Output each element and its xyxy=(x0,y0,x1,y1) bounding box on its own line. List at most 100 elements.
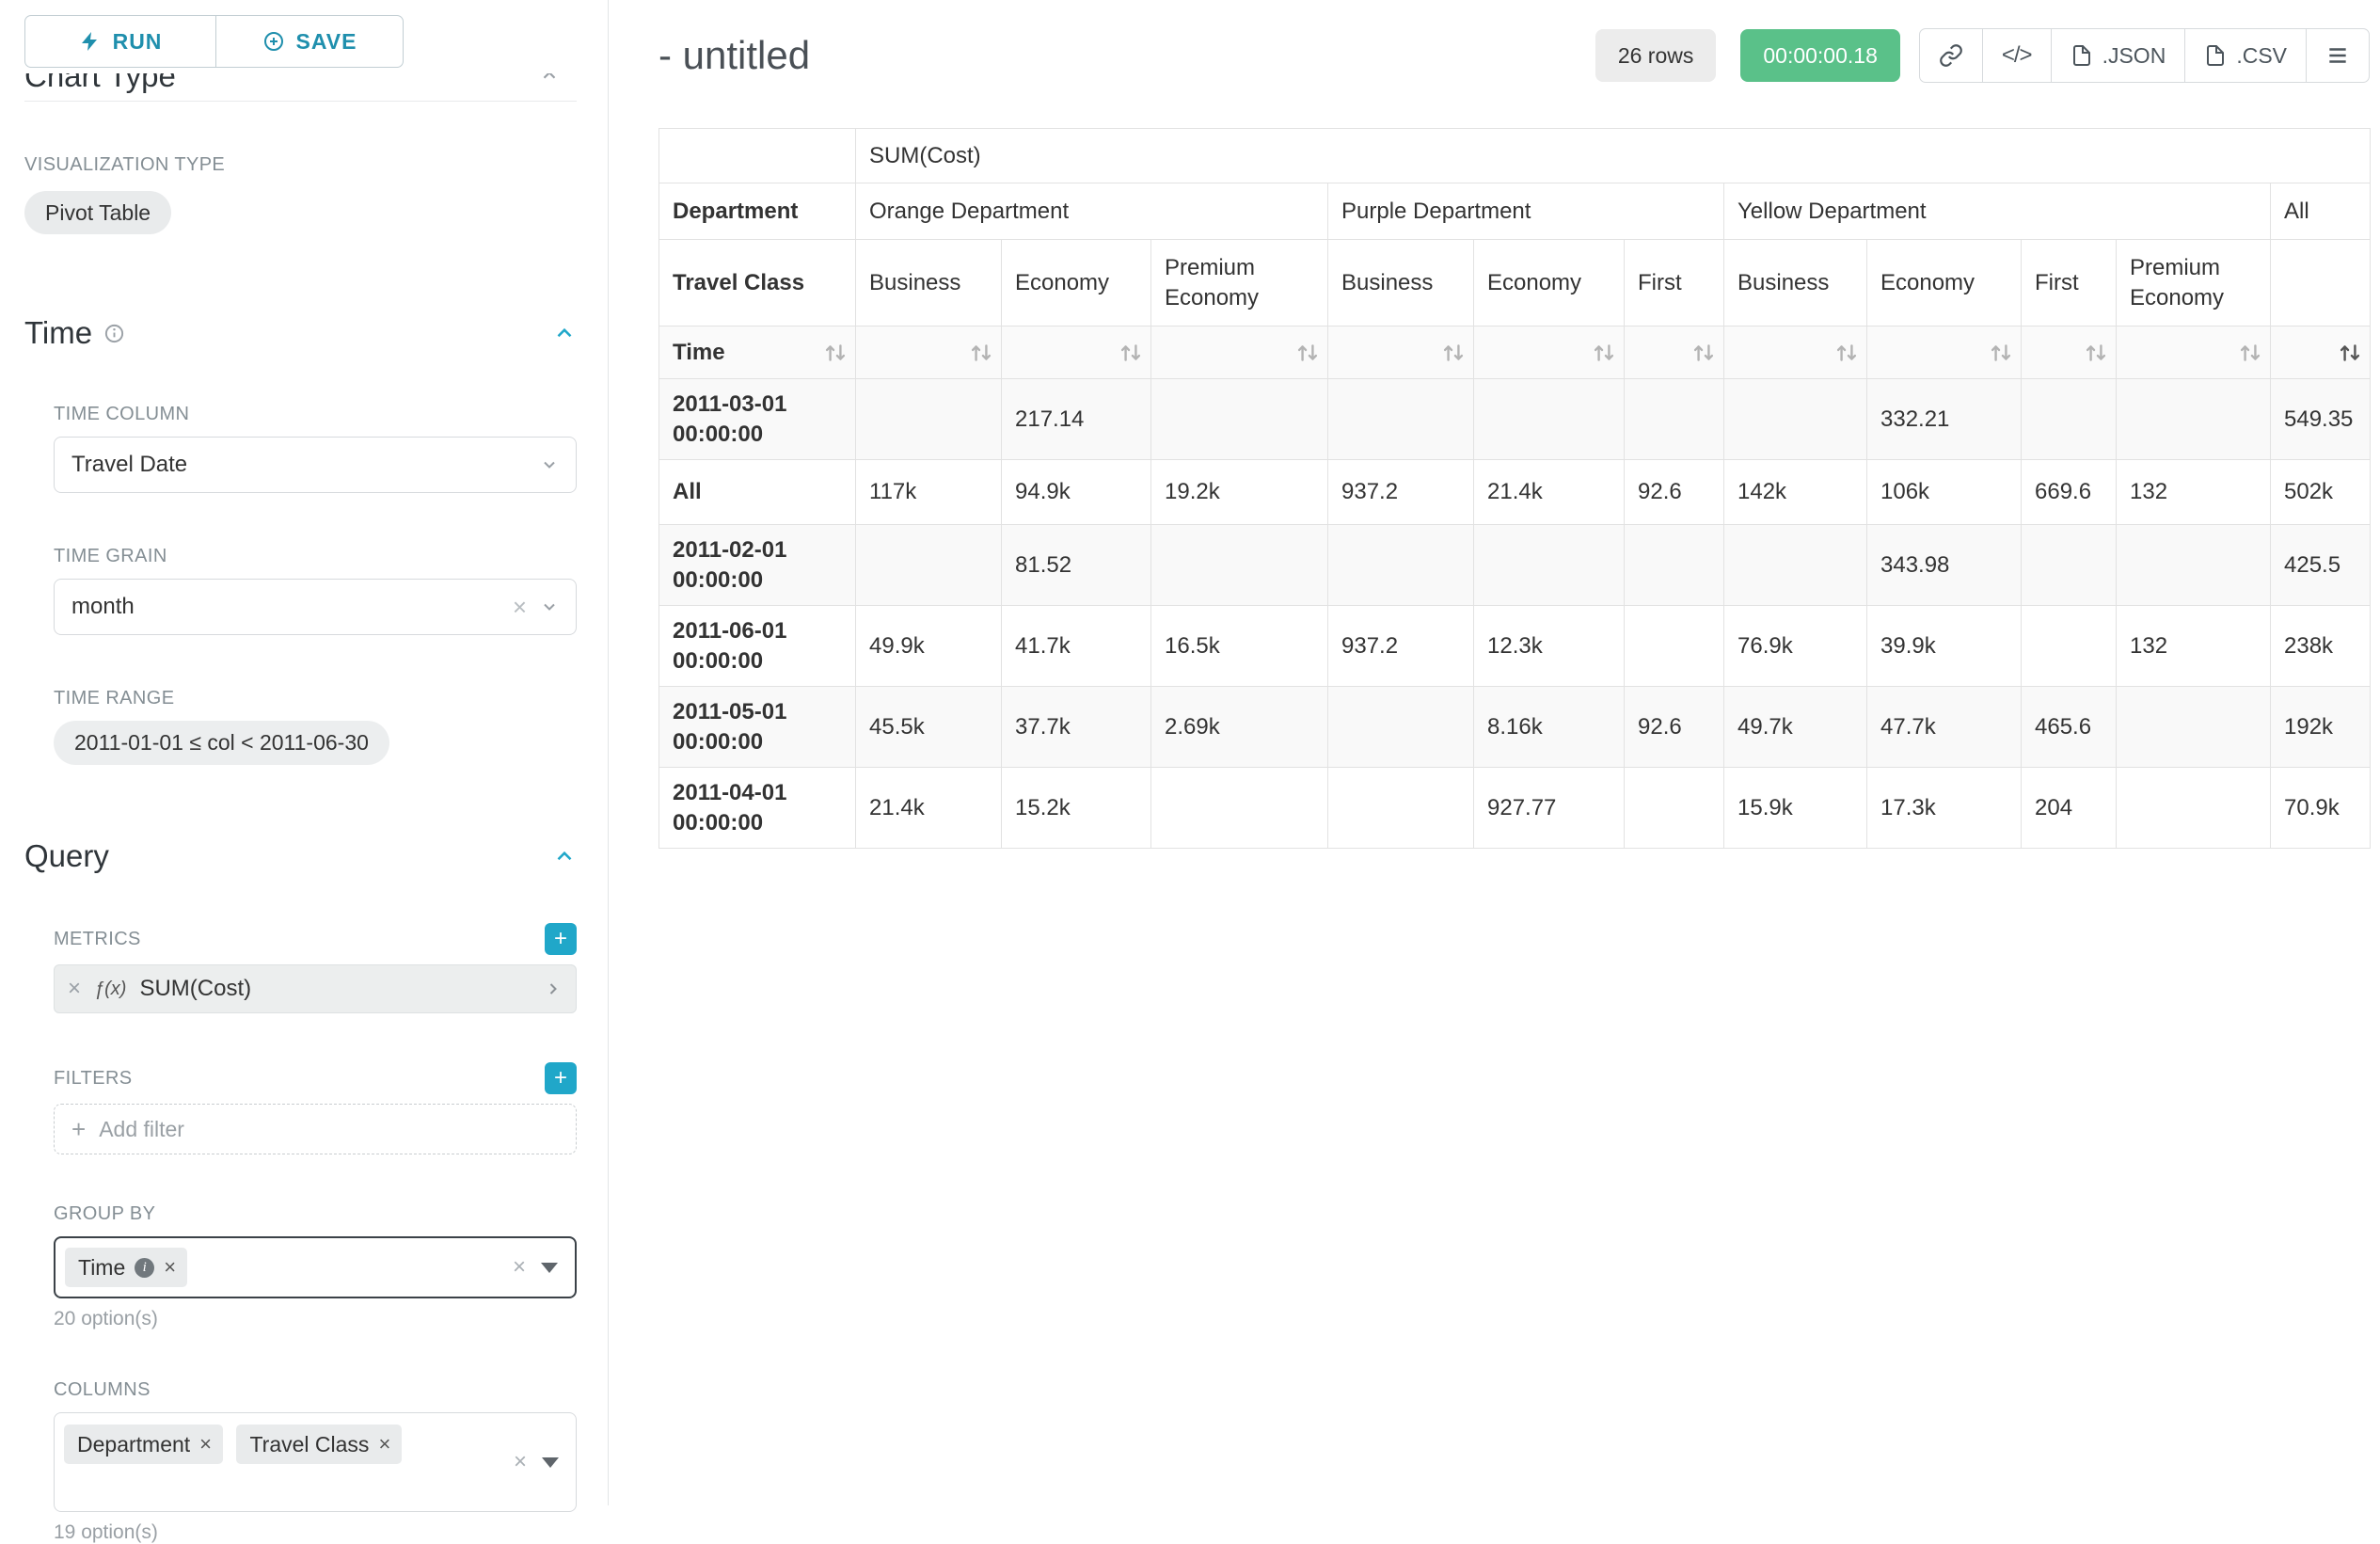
sort-icon[interactable] xyxy=(1441,341,1466,365)
time-range-value[interactable]: 2011-01-01 ≤ col < 2011-06-30 xyxy=(54,721,389,765)
function-icon: ƒ(x) xyxy=(94,979,126,1000)
sort-icon[interactable] xyxy=(823,341,848,365)
pivot-cell xyxy=(1724,379,1867,460)
add-metric-button[interactable]: + xyxy=(545,923,577,955)
metrics-label: METRICS xyxy=(54,929,141,950)
pivot-cell xyxy=(1625,768,1724,849)
pivot-cell: 937.2 xyxy=(1328,606,1474,687)
pivot-column-header: Business xyxy=(1724,240,1867,326)
pivot-cell xyxy=(1625,606,1724,687)
caret-down-icon[interactable] xyxy=(541,1263,558,1273)
sort-icon[interactable] xyxy=(2084,341,2108,365)
clear-icon[interactable]: × xyxy=(514,1449,527,1475)
columns-tag[interactable]: Department × xyxy=(64,1425,223,1464)
pivot-cell: 142k xyxy=(1724,460,1867,525)
remove-tag-icon[interactable]: × xyxy=(378,1432,390,1456)
pivot-cell: 81.52 xyxy=(1002,525,1151,606)
pivot-cell: 204 xyxy=(2022,768,2117,849)
pivot-column-header xyxy=(2271,240,2371,326)
collapse-time-chevron-up-icon[interactable] xyxy=(552,321,577,345)
remove-tag-icon[interactable]: × xyxy=(164,1255,176,1280)
pivot-cell xyxy=(1151,525,1328,606)
pivot-cell xyxy=(1328,525,1474,606)
caret-right-icon[interactable] xyxy=(544,979,563,998)
run-button[interactable]: RUN xyxy=(24,15,216,68)
time-grain-label: TIME GRAIN xyxy=(54,546,577,567)
pivot-row-label: All xyxy=(659,460,856,525)
chart-title: - untitled xyxy=(658,33,810,78)
columns-tag-label: Department xyxy=(77,1432,190,1457)
pivot-column-header: Premium Economy xyxy=(2117,240,2271,326)
pivot-cell: 132 xyxy=(2117,606,2271,687)
pivot-cell: 465.6 xyxy=(2022,687,2117,768)
pivot-row-label: 2011-04-01 00:00:00 xyxy=(659,768,856,849)
sort-cell xyxy=(1002,326,1151,379)
pivot-cell: 92.6 xyxy=(1625,687,1724,768)
chevron-up-icon[interactable] xyxy=(539,73,560,86)
pivot-cell: 937.2 xyxy=(1328,460,1474,525)
sort-icon[interactable] xyxy=(1989,341,2013,365)
pivot-cell xyxy=(856,379,1002,460)
columns-options-hint: 19 option(s) xyxy=(54,1521,577,1544)
menu-button[interactable] xyxy=(2306,28,2370,83)
download-json-button[interactable]: .JSON xyxy=(2051,28,2186,83)
download-csv-button[interactable]: .CSV xyxy=(2184,28,2307,83)
pivot-metric-header: SUM(Cost) xyxy=(856,129,2371,183)
filters-label: FILTERS xyxy=(54,1068,133,1090)
group-by-select[interactable]: Time i × × xyxy=(54,1236,577,1298)
remove-metric-icon[interactable]: × xyxy=(68,976,81,1002)
remove-tag-icon[interactable]: × xyxy=(199,1432,212,1456)
add-filter-button[interactable]: + xyxy=(545,1062,577,1094)
sort-icon[interactable] xyxy=(2238,341,2262,365)
pivot-cell: 92.6 xyxy=(1625,460,1724,525)
pivot-cell: 94.9k xyxy=(1002,460,1151,525)
chevron-down-icon xyxy=(540,455,559,474)
save-button[interactable]: SAVE xyxy=(215,15,404,68)
info-icon[interactable] xyxy=(103,323,125,344)
pivot-cell xyxy=(2117,687,2271,768)
sort-icon[interactable] xyxy=(1295,341,1320,365)
pivot-cell: 238k xyxy=(2271,606,2371,687)
sort-cell xyxy=(1724,326,1867,379)
time-column-select[interactable]: Travel Date xyxy=(54,437,577,493)
caret-down-icon[interactable] xyxy=(542,1457,559,1468)
sort-cell xyxy=(1474,326,1625,379)
pivot-row-label: 2011-05-01 00:00:00 xyxy=(659,687,856,768)
columns-select[interactable]: Department × Travel Class × × xyxy=(54,1412,577,1512)
view-query-button[interactable]: </> xyxy=(1982,28,2052,83)
collapse-query-chevron-up-icon[interactable] xyxy=(552,844,577,868)
pivot-row: 2011-05-01 00:00:0045.5k37.7k2.69k8.16k9… xyxy=(659,687,2371,768)
chevron-down-icon xyxy=(540,597,559,616)
columns-tag[interactable]: Travel Class × xyxy=(236,1425,402,1464)
download-json-label: .JSON xyxy=(2102,43,2166,69)
clear-icon[interactable]: × xyxy=(513,1254,526,1281)
pivot-cell: 70.9k xyxy=(2271,768,2371,849)
sort-cell xyxy=(2022,326,2117,379)
divider xyxy=(24,101,577,102)
pivot-cell xyxy=(2022,606,2117,687)
results-toolbar: 26 rows 00:00:00.18 </> .JSON .CSV xyxy=(1595,28,2370,83)
pivot-cell: 39.9k xyxy=(1867,606,2022,687)
pivot-cell: 927.77 xyxy=(1474,768,1625,849)
group-by-tag[interactable]: Time i × xyxy=(65,1248,187,1287)
add-filter-dropzone[interactable]: + Add filter xyxy=(54,1104,577,1154)
sort-desc-icon[interactable] xyxy=(2338,341,2362,365)
sort-icon[interactable] xyxy=(969,341,993,365)
pivot-travel-class-label: Travel Class xyxy=(659,240,856,326)
sort-icon[interactable] xyxy=(1119,341,1143,365)
pivot-table: SUM(Cost)DepartmentOrange DepartmentPurp… xyxy=(658,128,2371,849)
metric-item[interactable]: × ƒ(x) SUM(Cost) xyxy=(54,964,577,1013)
info-icon[interactable]: i xyxy=(135,1258,154,1278)
pivot-group-header: Orange Department xyxy=(856,183,1328,240)
visualization-type-value[interactable]: Pivot Table xyxy=(24,191,171,234)
time-grain-select[interactable]: month × xyxy=(54,579,577,635)
chart-header: - untitled 26 rows 00:00:00.18 </> .JSON… xyxy=(658,28,2370,83)
copy-link-button[interactable] xyxy=(1919,28,1983,83)
clear-icon[interactable]: × xyxy=(513,593,527,622)
sort-icon[interactable] xyxy=(1592,341,1616,365)
pivot-column-header: Economy xyxy=(1867,240,2022,326)
sort-icon[interactable] xyxy=(1691,341,1716,365)
sort-icon[interactable] xyxy=(1834,341,1859,365)
pivot-cell: 45.5k xyxy=(856,687,1002,768)
time-grain-value: month xyxy=(71,594,513,620)
